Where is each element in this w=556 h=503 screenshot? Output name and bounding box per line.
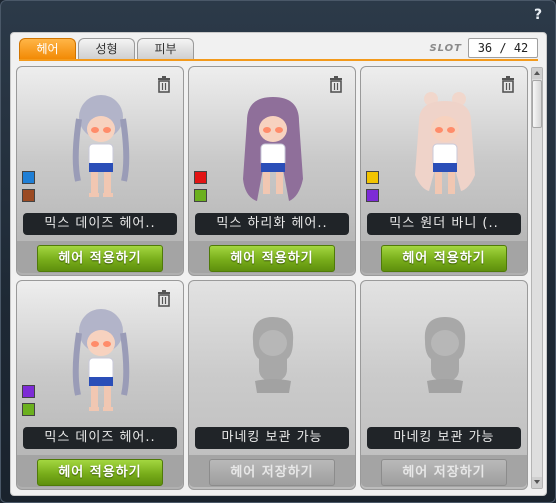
color-swatch-secondary xyxy=(366,189,379,202)
hair-name: 믹스 데이즈 헤어.. xyxy=(23,213,177,235)
color-swatch-secondary xyxy=(22,403,35,416)
mannequin-card: 믹스 하리화 헤어.. 헤어 적용하기 xyxy=(188,66,356,276)
apply-hair-button[interactable]: 헤어 적용하기 xyxy=(209,245,335,272)
mannequin-grid: 믹스 데이즈 헤어.. 헤어 적용하기 믹스 하리화 헤어.. 헤어 적용하기 … xyxy=(16,66,530,490)
save-hair-button[interactable]: 헤어 저장하기 xyxy=(381,459,507,486)
color-swatch-primary xyxy=(194,171,207,184)
character-preview xyxy=(72,95,130,197)
trash-icon[interactable] xyxy=(156,289,172,307)
hair-storage-window: ? 헤어 성형 피부 SLOT 36 / 42 믹스 데이즈 헤어.. 헤어 적… xyxy=(0,0,556,503)
slot-value: 36 / 42 xyxy=(468,38,538,58)
trash-icon[interactable] xyxy=(328,75,344,93)
apply-hair-button[interactable]: 헤어 적용하기 xyxy=(37,245,163,272)
empty-mannequin-card: 마네킹 보관 가능 헤어 저장하기 xyxy=(188,280,356,490)
hair-name: 믹스 원더 바니 (.. xyxy=(367,213,521,235)
character-preview xyxy=(415,92,475,194)
button-area: 헤어 저장하기 xyxy=(189,455,355,487)
scroll-up-icon[interactable] xyxy=(532,68,542,79)
color-swatch-secondary xyxy=(22,189,35,202)
apply-hair-button[interactable]: 헤어 적용하기 xyxy=(381,245,507,272)
tab-face[interactable]: 성형 xyxy=(78,38,135,59)
color-swatch-secondary xyxy=(194,189,207,202)
mannequin-card: 믹스 데이즈 헤어.. 헤어 적용하기 xyxy=(16,280,184,490)
scroll-down-icon[interactable] xyxy=(532,477,542,488)
content-panel: 헤어 성형 피부 SLOT 36 / 42 믹스 데이즈 헤어.. 헤어 적용하… xyxy=(10,32,547,496)
color-swatch-primary xyxy=(22,171,35,184)
help-button[interactable]: ? xyxy=(531,7,545,23)
empty-slot-label: 마네킹 보관 가능 xyxy=(367,427,521,449)
tab-skin[interactable]: 피부 xyxy=(137,38,194,59)
hair-name: 믹스 하리화 헤어.. xyxy=(195,213,349,235)
trash-icon[interactable] xyxy=(500,75,516,93)
mannequin-silhouette-icon xyxy=(424,317,466,393)
scrollbar[interactable] xyxy=(531,67,543,489)
mannequin-card: 믹스 데이즈 헤어.. 헤어 적용하기 xyxy=(16,66,184,276)
hair-name: 믹스 데이즈 헤어.. xyxy=(23,427,177,449)
mannequin-card: 믹스 원더 바니 (.. 헤어 적용하기 xyxy=(360,66,528,276)
slot-label: SLOT xyxy=(429,42,462,54)
color-swatch-primary xyxy=(366,171,379,184)
button-area: 헤어 적용하기 xyxy=(189,241,355,273)
button-area: 헤어 적용하기 xyxy=(17,455,183,487)
slot-counter: SLOT 36 / 42 xyxy=(429,38,538,58)
tab-underline xyxy=(19,59,538,61)
apply-hair-button[interactable]: 헤어 적용하기 xyxy=(37,459,163,486)
save-hair-button[interactable]: 헤어 저장하기 xyxy=(209,459,335,486)
mannequin-silhouette-icon xyxy=(252,317,294,393)
empty-mannequin-card: 마네킹 보관 가능 헤어 저장하기 xyxy=(360,280,528,490)
button-area: 헤어 적용하기 xyxy=(361,241,527,273)
color-swatch-primary xyxy=(22,385,35,398)
tab-hair[interactable]: 헤어 xyxy=(19,38,76,59)
button-area: 헤어 적용하기 xyxy=(17,241,183,273)
empty-slot-label: 마네킹 보관 가능 xyxy=(195,427,349,449)
scroll-thumb[interactable] xyxy=(532,80,542,128)
character-preview xyxy=(72,309,130,411)
button-area: 헤어 저장하기 xyxy=(361,455,527,487)
tab-bar: 헤어 성형 피부 xyxy=(19,38,194,60)
trash-icon[interactable] xyxy=(156,75,172,93)
character-preview xyxy=(243,97,303,201)
